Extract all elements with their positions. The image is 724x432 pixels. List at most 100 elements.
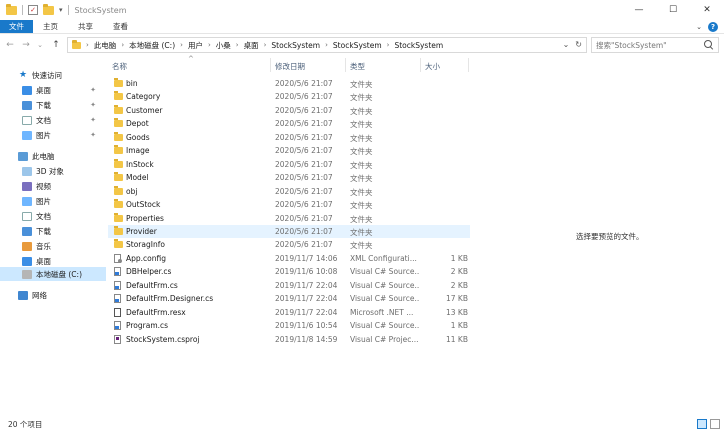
sidebar-item-downloads-pc[interactable]: 下载 [0,224,106,238]
pin-icon: ✦ [90,86,96,94]
preview-pane-message: 选择要预览的文件。 [576,232,644,241]
help-icon[interactable]: ? [708,22,718,32]
breadcrumb-this-pc[interactable]: 此电脑 [94,40,117,51]
file-row[interactable]: Model 2020/5/6 21:07 文件夹 [108,171,470,184]
sidebar-item-quick-access[interactable]: ★ 快速访问 [0,68,106,82]
sidebar-item-label: 文档 [36,211,51,221]
folder-icon [114,118,123,128]
tab-share[interactable]: 共享 [68,20,103,33]
column-divider[interactable] [468,58,469,72]
csharp-file-icon [114,280,121,291]
sidebar-item-desktop[interactable]: 桌面 ✦ [0,83,106,97]
column-divider[interactable] [270,58,271,72]
file-type: 文件夹 [350,160,373,170]
sidebar-item-music[interactable]: 音乐 [0,239,106,253]
search-icon[interactable] [703,39,715,51]
tab-view[interactable]: 查看 [103,20,138,33]
breadcrumb-separator[interactable]: › [180,41,183,49]
up-button[interactable]: ↑ [50,40,62,50]
file-name: StockSystem.csproj [126,334,200,344]
customize-toolbar-arrow-icon[interactable]: ▾ [59,6,63,14]
breadcrumb-desktop[interactable]: 桌面 [244,40,259,51]
file-row[interactable]: Program.cs 2019/11/6 10:54 Visual C# Sourc… [108,319,470,332]
details-view-icon[interactable] [697,419,707,429]
breadcrumb-local-disk[interactable]: 本地磁盘 (C:) [129,40,175,51]
column-header-date[interactable]: 修改日期 [275,61,305,72]
refresh-icon[interactable]: ↻ [575,40,582,49]
file-row[interactable]: App.config 2019/11/7 14:06 XML Configurati… [108,252,470,265]
sidebar-item-documents-pc[interactable]: 文档 [0,209,106,223]
sidebar-item-this-pc[interactable]: 此电脑 [0,149,106,163]
breadcrumb-stocksystem-2[interactable]: StockSystem [333,41,382,50]
breadcrumb-separator[interactable]: › [208,41,211,49]
column-header-name[interactable]: 名称 [112,61,127,72]
file-row[interactable]: StockSystem.csproj 2019/11/8 14:59 Visual … [108,333,470,346]
sidebar-item-videos[interactable]: 视频 [0,179,106,193]
tab-file[interactable]: 文件 [0,20,33,33]
breadcrumb-stocksystem-1[interactable]: StockSystem [271,41,320,50]
folder-icon [114,131,123,141]
search-box[interactable]: 搜索"StockSystem" [591,37,719,53]
sidebar-item-3d-objects[interactable]: 3D 对象 [0,164,106,178]
file-row[interactable]: DefaultFrm.Designer.cs 2019/11/7 22:04 Vis… [108,292,470,305]
file-name: Model [126,173,149,183]
breadcrumb-separator[interactable]: › [121,41,124,49]
column-divider[interactable] [420,58,421,72]
sidebar-item-pictures[interactable]: 图片 ✦ [0,128,106,142]
search-input[interactable]: 搜索"StockSystem" [596,40,703,51]
sidebar-item-local-disk[interactable]: 本地磁盘 (C:) [0,267,106,281]
breadcrumb-user[interactable]: 小桑 [216,40,231,51]
file-row[interactable]: Image 2020/5/6 21:07 文件夹 [108,144,470,157]
column-divider[interactable] [345,58,346,72]
breadcrumb-stocksystem-3[interactable]: StockSystem [394,41,443,50]
sidebar-item-documents[interactable]: 文档 ✦ [0,113,106,127]
file-modified-date: 2020/5/6 21:07 [275,146,333,156]
sidebar-item-downloads[interactable]: 下载 ✦ [0,98,106,112]
breadcrumb-separator[interactable]: › [387,41,390,49]
file-row[interactable]: OutStock 2020/5/6 21:07 文件夹 [108,198,470,211]
file-modified-date: 2020/5/6 21:07 [275,240,333,250]
file-row[interactable]: bin 2020/5/6 21:07 文件夹 [108,77,470,90]
breadcrumb-separator[interactable]: › [264,41,267,49]
folder-icon[interactable] [6,3,17,15]
expand-ribbon-icon[interactable]: ⌄ [696,23,702,31]
minimize-button[interactable]: — [622,0,656,20]
address-bar[interactable]: › 此电脑 › 本地磁盘 (C:) › 用户 › 小桑 › 桌面 › Stock… [67,37,587,53]
title-bar: ✓ ▾ StockSystem — ☐ ✕ [0,0,724,20]
file-row[interactable]: obj 2020/5/6 21:07 文件夹 [108,185,470,198]
file-row[interactable]: Customer 2020/5/6 21:07 文件夹 [108,104,470,117]
breadcrumb-separator[interactable]: › [236,41,239,49]
breadcrumb-separator[interactable]: › [325,41,328,49]
file-row[interactable]: Goods 2020/5/6 21:07 文件夹 [108,131,470,144]
file-row[interactable]: Properties 2020/5/6 21:07 文件夹 [108,212,470,225]
file-row[interactable]: StoragInfo 2020/5/6 21:07 文件夹 [108,238,470,251]
file-modified-date: 2019/11/7 22:04 [275,294,338,304]
recent-locations-icon[interactable]: ⌄ [34,41,46,49]
address-dropdown-icon[interactable]: ⌄ [563,40,570,49]
file-row[interactable]: DBHelper.cs 2019/11/6 10:08 Visual C# Sour… [108,265,470,278]
breadcrumb-users[interactable]: 用户 [188,40,203,51]
file-row[interactable]: Category 2020/5/6 21:07 文件夹 [108,90,470,103]
back-button[interactable]: ← [4,40,16,50]
forward-button[interactable]: → [20,40,32,50]
file-row[interactable]: InStock 2020/5/6 21:07 文件夹 [108,158,470,171]
csharp-file-icon [114,294,121,304]
tab-home[interactable]: 主页 [33,20,68,33]
file-type: XML Configurati... [350,253,417,263]
breadcrumb-separator: › [86,41,89,49]
file-row[interactable]: DefaultFrm.cs 2019/11/7 22:04 Visual C# So… [108,279,470,292]
column-header-size[interactable]: 大小 [425,61,440,72]
sidebar-item-pictures-pc[interactable]: 图片 [0,194,106,208]
new-folder-icon[interactable] [43,3,54,15]
properties-check-icon[interactable]: ✓ [28,5,38,15]
maximize-button[interactable]: ☐ [656,0,690,20]
large-icons-view-icon[interactable] [710,419,720,429]
sidebar-item-network[interactable]: 网络 [0,288,106,302]
sidebar-item-desktop-pc[interactable]: 桌面 [0,254,106,268]
close-button[interactable]: ✕ [690,0,724,20]
item-count: 20 个项目 [8,420,43,429]
file-row[interactable]: DefaultFrm.resx 2019/11/7 22:04 Microsoft … [108,306,470,319]
file-row[interactable]: Depot 2020/5/6 21:07 文件夹 [108,117,470,130]
column-header-type[interactable]: 类型 [350,61,365,72]
file-row[interactable]: Provider 2020/5/6 21:07 文件夹 [108,224,470,238]
